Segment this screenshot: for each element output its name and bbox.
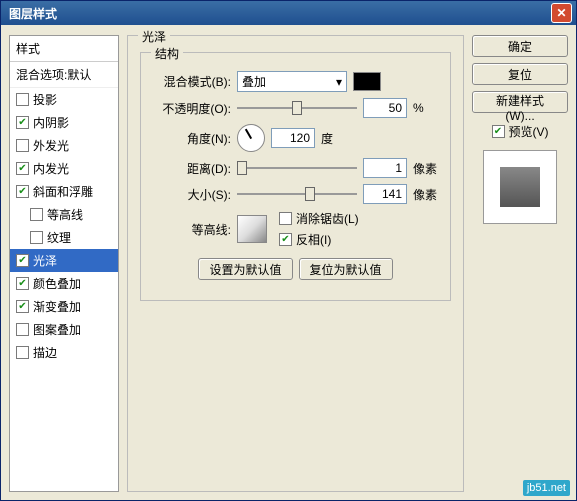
style-item-0[interactable]: 投影 [10, 88, 118, 111]
blend-mode-label: 混合模式(B): [151, 73, 231, 90]
make-default-button[interactable]: 设置为默认值 [198, 258, 292, 280]
style-item-7[interactable]: 光泽 [10, 249, 118, 272]
styles-header: 样式 [10, 36, 118, 62]
style-item-3[interactable]: 内发光 [10, 157, 118, 180]
effect-settings: 光泽 结构 混合模式(B): 叠加 ▾ 不透明度(O): 5 [127, 35, 464, 492]
style-label: 图案叠加 [33, 321, 81, 338]
antialias-checkbox[interactable] [279, 212, 292, 225]
size-label: 大小(S): [151, 186, 231, 203]
style-label: 纹理 [47, 229, 71, 246]
style-item-11[interactable]: 描边 [10, 341, 118, 364]
opacity-value[interactable]: 50 [363, 98, 407, 118]
style-checkbox[interactable] [16, 300, 29, 313]
preview-toggle[interactable]: 预览(V) [472, 123, 568, 140]
style-checkbox[interactable] [30, 208, 43, 221]
style-item-8[interactable]: 颜色叠加 [10, 272, 118, 295]
antialias-option[interactable]: 消除锯齿(L) [279, 210, 359, 227]
blend-options-header[interactable]: 混合选项:默认 [10, 62, 118, 88]
style-item-10[interactable]: 图案叠加 [10, 318, 118, 341]
style-checkbox[interactable] [16, 93, 29, 106]
preview-checkbox[interactable] [492, 125, 505, 138]
angle-dial[interactable] [237, 124, 265, 152]
style-checkbox[interactable] [16, 116, 29, 129]
distance-value[interactable]: 1 [363, 158, 407, 178]
close-icon: ✕ [556, 6, 566, 20]
blend-mode-select[interactable]: 叠加 ▾ [237, 71, 347, 92]
style-checkbox[interactable] [16, 277, 29, 290]
style-item-5[interactable]: 等高线 [10, 203, 118, 226]
style-checkbox[interactable] [16, 323, 29, 336]
preview-swatch [500, 167, 540, 207]
watermark: jb51.net [523, 480, 570, 496]
style-checkbox[interactable] [16, 162, 29, 175]
style-label: 光泽 [33, 252, 57, 269]
style-label: 斜面和浮雕 [33, 183, 93, 200]
style-item-2[interactable]: 外发光 [10, 134, 118, 157]
distance-label: 距离(D): [151, 160, 231, 177]
opacity-unit: % [413, 101, 424, 115]
style-checkbox[interactable] [16, 185, 29, 198]
preview-label: 预览(V) [509, 123, 549, 140]
style-item-6[interactable]: 纹理 [10, 226, 118, 249]
style-label: 外发光 [33, 137, 69, 154]
window-title: 图层样式 [9, 5, 57, 22]
ok-button[interactable]: 确定 [472, 35, 568, 57]
contour-label: 等高线: [151, 221, 231, 238]
distance-slider[interactable] [237, 160, 357, 176]
style-checkbox[interactable] [16, 254, 29, 267]
style-label: 内阴影 [33, 114, 69, 131]
invert-label: 反相(I) [296, 231, 331, 248]
style-label: 描边 [33, 344, 57, 361]
dialog-buttons: 确定 复位 新建样式(W)... 预览(V) [472, 35, 568, 492]
style-checkbox[interactable] [30, 231, 43, 244]
angle-unit: 度 [321, 130, 333, 147]
layer-style-dialog: 图层样式 ✕ 样式 混合选项:默认 投影内阴影外发光内发光斜面和浮雕等高线纹理光… [0, 0, 577, 501]
style-item-9[interactable]: 渐变叠加 [10, 295, 118, 318]
distance-unit: 像素 [413, 160, 437, 177]
antialias-label: 消除锯齿(L) [296, 210, 359, 227]
reset-default-button[interactable]: 复位为默认值 [299, 258, 393, 280]
size-unit: 像素 [413, 186, 437, 203]
invert-option[interactable]: 反相(I) [279, 231, 359, 248]
angle-value[interactable]: 120 [271, 128, 315, 148]
style-checkbox[interactable] [16, 139, 29, 152]
size-value[interactable]: 141 [363, 184, 407, 204]
style-label: 颜色叠加 [33, 275, 81, 292]
style-label: 等高线 [47, 206, 83, 223]
opacity-label: 不透明度(O): [151, 100, 231, 117]
blend-mode-value: 叠加 [242, 73, 266, 90]
chevron-down-icon: ▾ [336, 75, 342, 89]
structure-title: 结构 [151, 45, 183, 62]
invert-checkbox[interactable] [279, 233, 292, 246]
style-label: 投影 [33, 91, 57, 108]
style-item-1[interactable]: 内阴影 [10, 111, 118, 134]
opacity-slider[interactable] [237, 100, 357, 116]
panel-title: 光泽 [138, 28, 170, 45]
style-checkbox[interactable] [16, 346, 29, 359]
cancel-button[interactable]: 复位 [472, 63, 568, 85]
angle-label: 角度(N): [151, 130, 231, 147]
contour-picker[interactable] [237, 215, 267, 243]
size-slider[interactable] [237, 186, 357, 202]
close-button[interactable]: ✕ [551, 3, 572, 23]
new-style-button[interactable]: 新建样式(W)... [472, 91, 568, 113]
style-label: 内发光 [33, 160, 69, 177]
titlebar: 图层样式 ✕ [1, 1, 576, 25]
style-item-4[interactable]: 斜面和浮雕 [10, 180, 118, 203]
preview-box [483, 150, 557, 224]
color-swatch[interactable] [353, 72, 381, 91]
style-label: 渐变叠加 [33, 298, 81, 315]
styles-sidebar: 样式 混合选项:默认 投影内阴影外发光内发光斜面和浮雕等高线纹理光泽颜色叠加渐变… [9, 35, 119, 492]
